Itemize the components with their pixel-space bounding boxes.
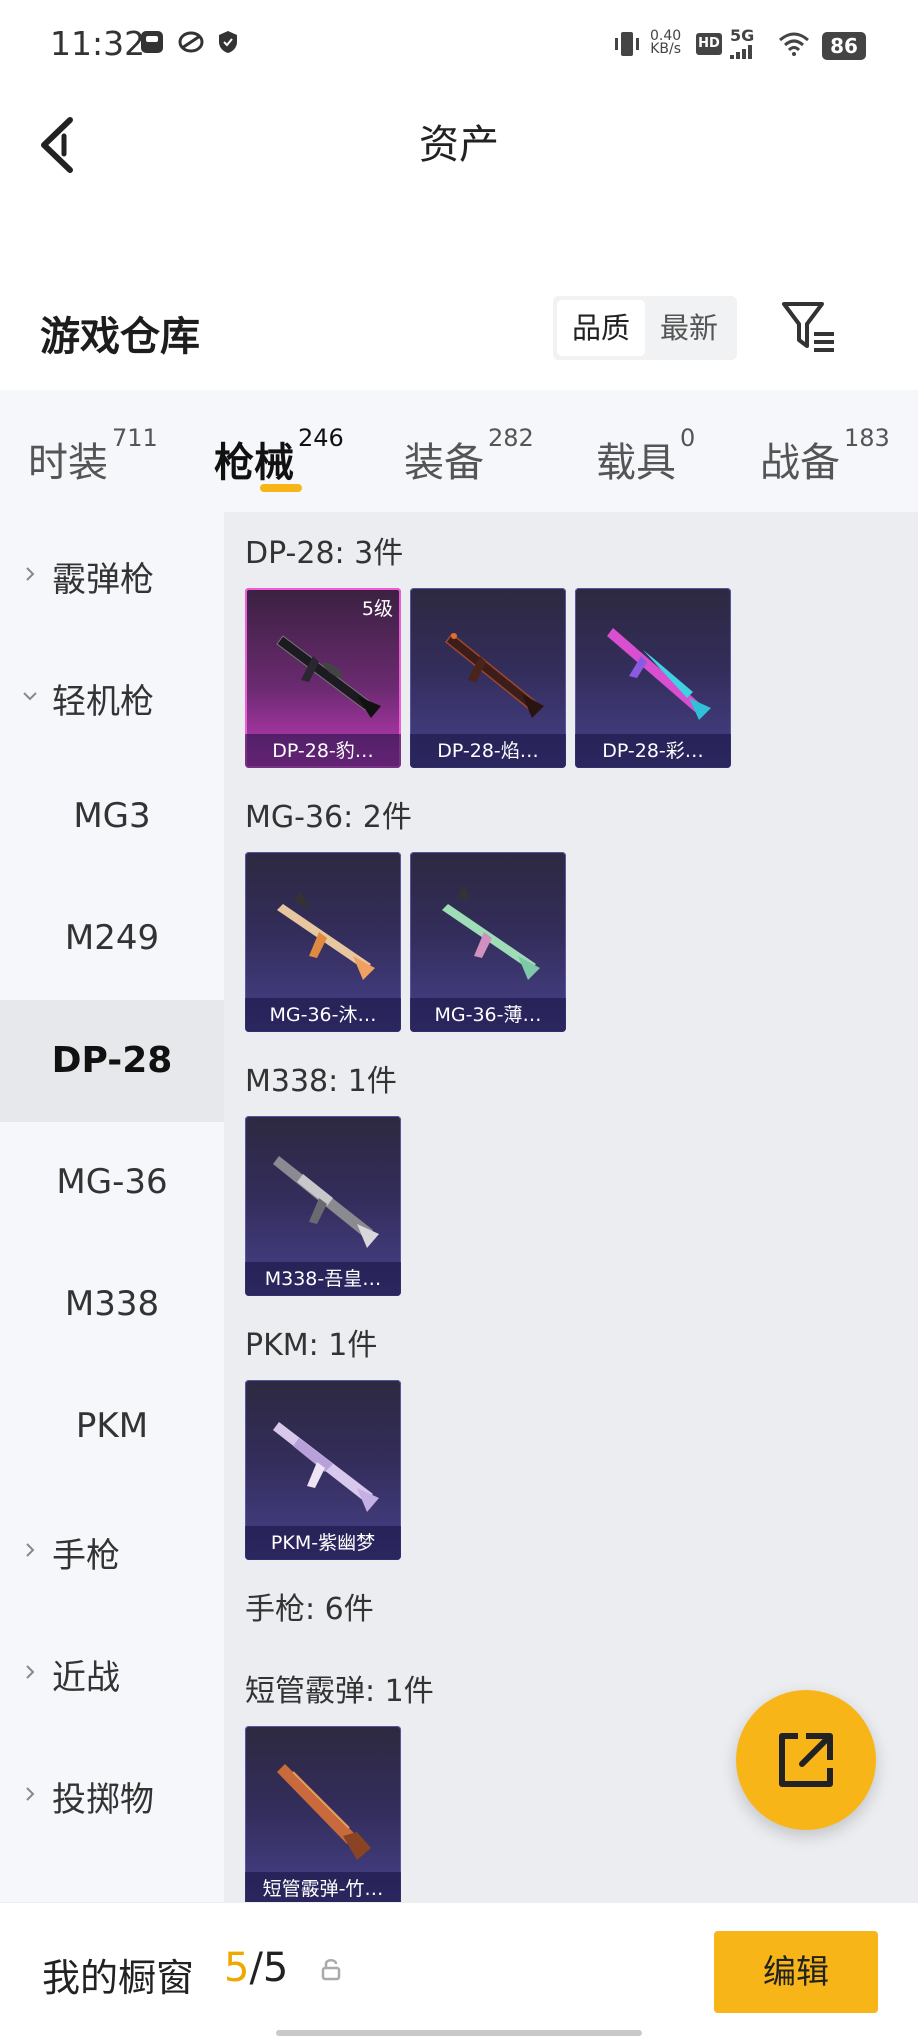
sidebar-item-throwables[interactable]: 投掷物 (0, 1732, 224, 1854)
weapon-level-badge: 5级 (361, 598, 393, 620)
sidebar-item-pistol[interactable]: 手枪 (0, 1488, 224, 1610)
chevron-down-icon (23, 692, 37, 701)
weapon-type-sidebar: 霰弹枪 轻机枪 MG3 M249 DP-28 MG-36 M338 PKM 手枪… (0, 512, 224, 1902)
sort-by-latest-button[interactable]: 最新 (645, 300, 733, 356)
weapon-image (277, 892, 375, 980)
weapon-image (607, 628, 711, 720)
active-tab-indicator (260, 484, 302, 492)
weapon-card[interactable]: M338-吾皇… (245, 1116, 401, 1296)
filter-icon (782, 302, 834, 352)
sidebar-item-pkm[interactable]: PKM (0, 1366, 224, 1488)
tab-supplies[interactable]: 战备183 (760, 424, 890, 488)
weapon-card[interactable]: MG-36-薄… (410, 852, 566, 1032)
weapon-image (444, 632, 544, 718)
sidebar-item-label: 手枪 (52, 1536, 120, 1576)
sidebar-item-label: M338 (64, 1284, 160, 1324)
hd-badge: HD (696, 33, 722, 55)
signal-bars-icon (730, 44, 758, 63)
section-title-pistol: 手枪: 6件 (245, 1592, 374, 1627)
weapon-name: MG-36-薄… (410, 998, 566, 1032)
filter-button[interactable] (780, 300, 842, 356)
weapon-image (276, 635, 381, 718)
battery-icon: 86 (822, 32, 866, 60)
sidebar-item-m249[interactable]: M249 (0, 878, 224, 1000)
tab-firearms[interactable]: 枪械246 (214, 424, 344, 488)
tab-equipment[interactable]: 装备282 (404, 424, 534, 488)
weapon-card[interactable]: DP-28-彩… (575, 588, 731, 768)
section-title-mg36: MG-36: 2件 (245, 800, 412, 835)
weapon-image (442, 884, 540, 980)
showcase-bar: 我的橱窗 5/5 编辑 (0, 1902, 918, 2041)
chevron-right-icon (26, 1787, 35, 1801)
status-bar: 11:32 0.40 KB/s HD 5G 86 (0, 0, 918, 92)
sidebar-item-mg3[interactable]: MG3 (0, 756, 224, 878)
tab-vehicles[interactable]: 载具0 (596, 424, 695, 488)
weapon-card[interactable]: PKM-紫幽梦 (245, 1380, 401, 1560)
sidebar-item-lmg[interactable]: 轻机枪 (0, 634, 224, 756)
sidebar-item-mg36[interactable]: MG-36 (0, 1122, 224, 1244)
sidebar-item-label: MG-36 (56, 1162, 168, 1202)
sort-by-quality-button[interactable]: 品质 (557, 300, 645, 356)
sidebar-item-label: 霰弹枪 (52, 560, 154, 600)
signal-label: 5G (730, 26, 755, 45)
section-title-pkm: PKM: 1件 (245, 1328, 378, 1363)
notification-app-icon (140, 30, 164, 58)
weapon-card[interactable]: 短管霰弹-竹… (245, 1726, 401, 1902)
warehouse-title: 游戏仓库 (40, 314, 200, 360)
showcase-label: 我的橱窗 (42, 1956, 195, 2000)
wifi-icon (778, 30, 810, 60)
lock-icon (321, 1959, 341, 1981)
share-button[interactable] (736, 1690, 876, 1830)
page-title: 资产 (419, 122, 499, 168)
sidebar-item-label: 近战 (52, 1658, 120, 1698)
section-title-m338: M338: 1件 (245, 1064, 397, 1099)
sidebar-item-label: PKM (75, 1406, 149, 1446)
weapon-name: M338-吾皇… (245, 1262, 401, 1296)
showcase-count: 5/5 (224, 1945, 289, 1991)
weapon-name: 短管霰弹-竹… (245, 1872, 401, 1902)
sidebar-item-label: MG3 (73, 796, 151, 836)
weapon-image (273, 1156, 379, 1248)
weapon-card[interactable]: 5级 DP-28-豹… (245, 588, 401, 768)
chevron-right-icon (26, 567, 35, 581)
weapon-image (277, 1764, 371, 1860)
sidebar-item-label: M249 (64, 918, 160, 958)
sidebar-item-shotgun[interactable]: 霰弹枪 (0, 512, 224, 634)
browser-app-icon (178, 30, 204, 58)
home-indicator[interactable] (276, 2030, 642, 2036)
sidebar-item-melee[interactable]: 近战 (0, 1610, 224, 1732)
network-speed: 0.40 KB/s (650, 28, 682, 57)
sidebar-item-label: 投掷物 (52, 1780, 154, 1820)
sort-toggle: 品质 最新 (553, 296, 737, 360)
sidebar-item-label: 轻机枪 (52, 682, 154, 722)
weapon-card[interactable]: DP-28-焰… (410, 588, 566, 768)
category-tab-bar: 时装711 枪械246 装备282 载具0 战备183 (0, 390, 918, 512)
weapon-image (273, 1422, 379, 1512)
section-title-dp28: DP-28: 3件 (245, 536, 404, 571)
section-title-sawed-off: 短管霰弹: 1件 (245, 1674, 434, 1709)
sidebar-item-label: DP-28 (51, 1040, 173, 1081)
weapon-name: DP-28-彩… (575, 734, 731, 768)
chevron-right-icon (26, 1543, 35, 1557)
status-time: 11:32 (50, 24, 146, 63)
shield-icon (218, 30, 238, 58)
weapon-name: PKM-紫幽梦 (245, 1526, 401, 1560)
sidebar-item-dp28[interactable]: DP-28 (0, 1000, 224, 1122)
vibrate-icon (612, 30, 642, 62)
weapon-name: DP-28-豹… (245, 734, 401, 768)
share-icon (779, 1733, 833, 1787)
sidebar-item-m338[interactable]: M338 (0, 1244, 224, 1366)
weapon-name: DP-28-焰… (410, 734, 566, 768)
tab-costumes[interactable]: 时装711 (28, 424, 158, 488)
weapon-card[interactable]: MG-36-沐… (245, 852, 401, 1032)
chevron-right-icon (26, 1665, 35, 1679)
weapon-name: MG-36-沐… (245, 998, 401, 1032)
edit-showcase-button[interactable]: 编辑 (714, 1931, 878, 2013)
